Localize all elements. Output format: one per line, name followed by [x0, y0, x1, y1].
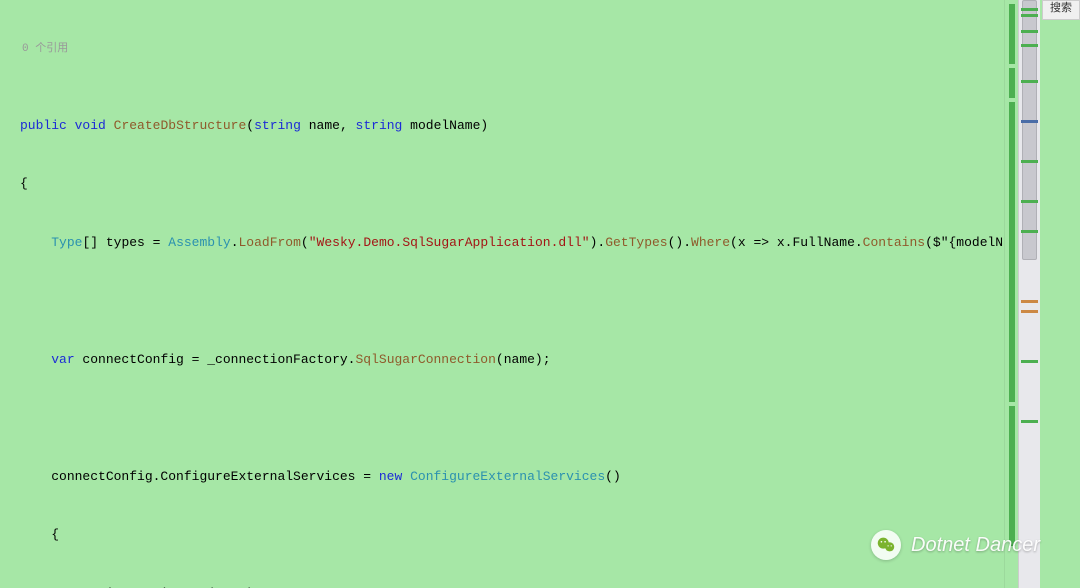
code-line: public void CreateDbStructure(string nam… — [4, 116, 1004, 136]
code-line: var connectConfig = _connectionFactory.S… — [4, 350, 1004, 370]
change-marker — [1009, 102, 1015, 402]
scroll-annotations — [1019, 0, 1040, 588]
change-marker-gutter — [1004, 0, 1018, 588]
code-line — [4, 408, 1004, 428]
search-tab[interactable]: 搜索 — [1042, 0, 1080, 20]
code-line: EntityService = (c, p) => — [4, 584, 1004, 588]
code-line: Type[] types = Assembly.LoadFrom("Wesky.… — [4, 233, 1004, 253]
vertical-scrollbar[interactable] — [1018, 0, 1040, 588]
change-marker — [1009, 406, 1015, 546]
change-marker — [1009, 68, 1015, 98]
code-line — [4, 291, 1004, 311]
code-line: connectConfig.ConfigureExternalServices … — [4, 467, 1004, 487]
codelens-references[interactable]: 0 个引用 — [4, 41, 1004, 57]
code-line: { — [4, 174, 1004, 194]
code-editor[interactable]: 0 个引用 public void CreateDbStructure(stri… — [0, 0, 1040, 588]
change-marker — [1009, 4, 1015, 64]
code-line: { — [4, 525, 1004, 545]
search-tab-label: 搜索 — [1050, 3, 1072, 15]
code-area[interactable]: 0 个引用 public void CreateDbStructure(stri… — [0, 0, 1004, 588]
